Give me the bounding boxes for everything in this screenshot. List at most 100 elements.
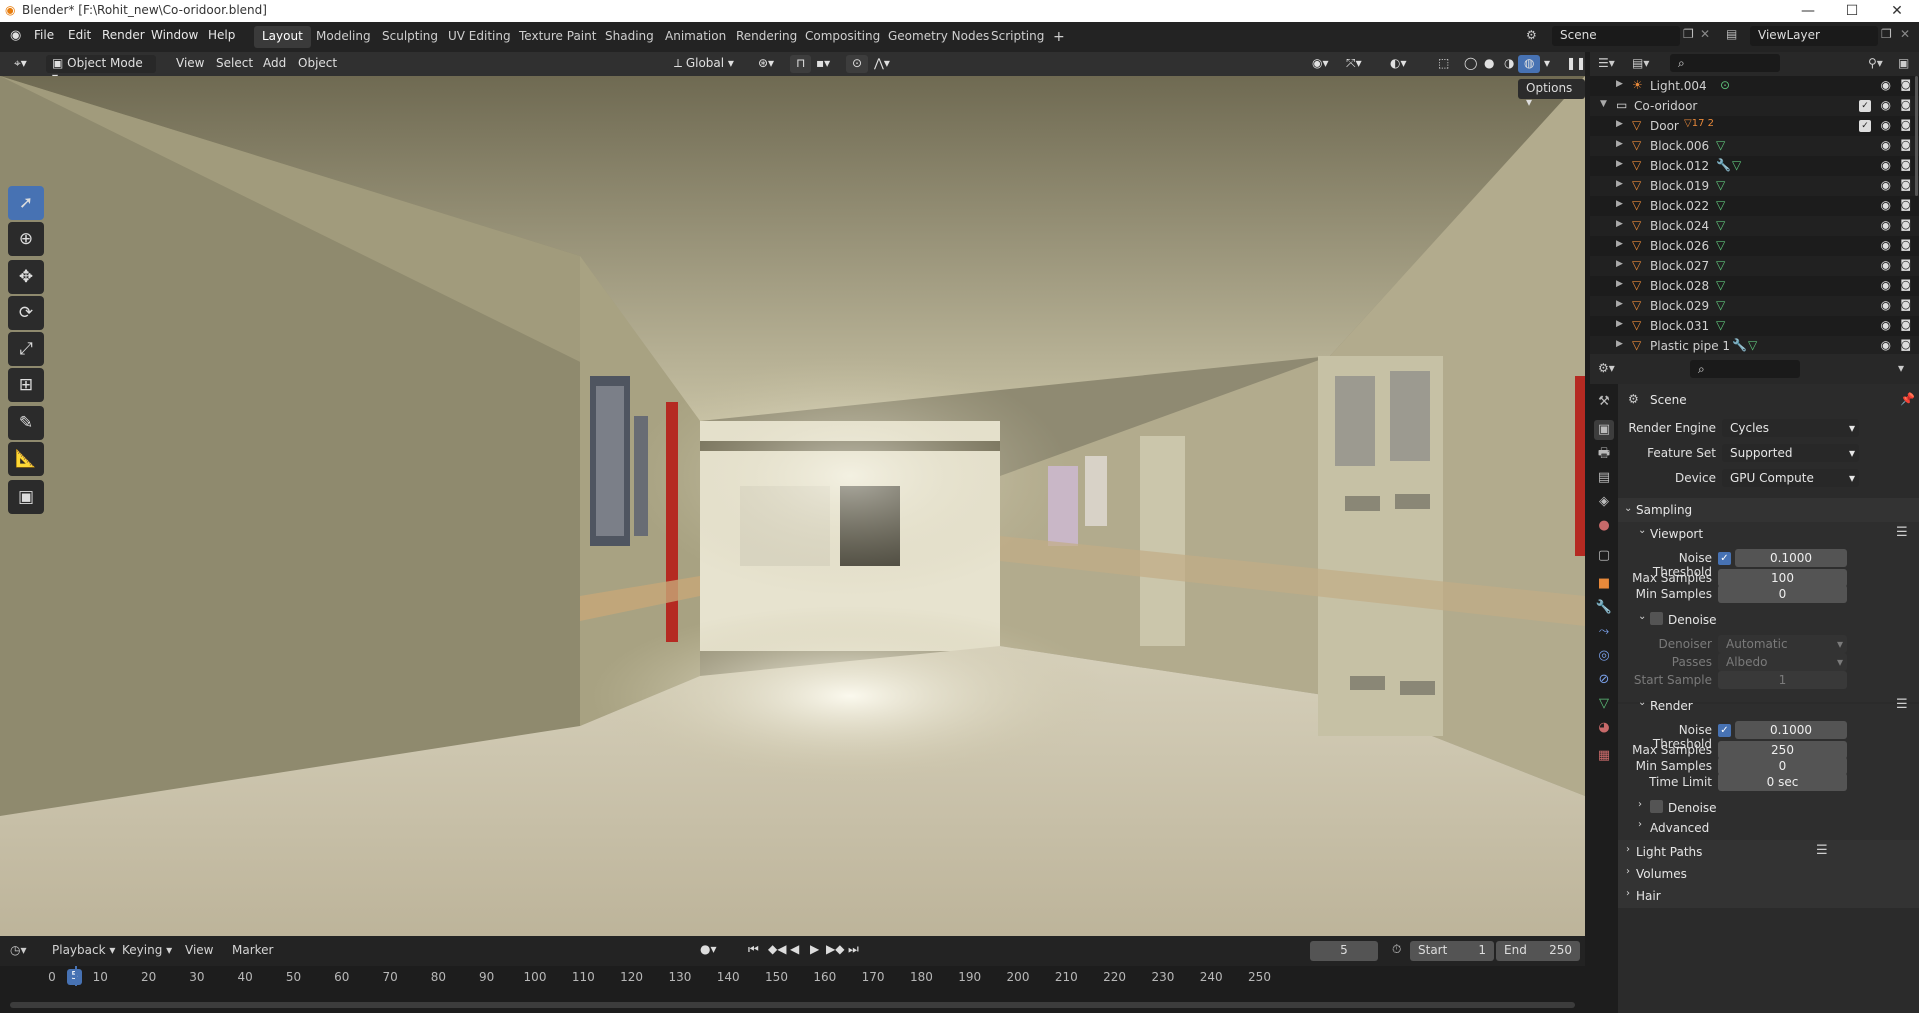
marker-menu[interactable]: Marker — [232, 943, 273, 957]
keying-menu[interactable]: Keying ▾ — [122, 943, 172, 957]
timeline-view-menu[interactable]: View — [185, 943, 213, 957]
eye-icon[interactable]: ◉ — [1881, 338, 1891, 352]
overlay-icon[interactable]: ◐▾ — [1384, 55, 1413, 73]
play-reverse-icon[interactable]: ◀ — [790, 942, 799, 956]
menu-render[interactable]: Render — [102, 28, 145, 42]
clock-icon[interactable]: ⏱ — [1392, 942, 1401, 957]
outliner-row[interactable]: ▶ ▽ Block.027 ▽ ◉ ◙ — [1590, 256, 1919, 276]
expand-right-icon[interactable]: ▶ — [1616, 319, 1623, 329]
camera-icon[interactable]: ◙ — [1900, 198, 1911, 211]
playhead[interactable] — [75, 966, 78, 986]
view-layer-tab-icon[interactable]: ▤ — [1594, 468, 1614, 488]
maximize-button[interactable]: ☐ — [1830, 0, 1874, 22]
light-paths-panel-header[interactable]: › Light Paths ☰ — [1618, 840, 1919, 864]
camera-icon[interactable]: ◙ — [1900, 318, 1911, 331]
mode-dropdown[interactable]: ▣ Object Mode ▾ — [46, 55, 156, 84]
tab-modeling[interactable]: Modeling — [308, 26, 379, 48]
menu-add[interactable]: Add — [257, 55, 292, 73]
scale-tool[interactable]: ⤢ — [8, 332, 44, 366]
presets-list-icon[interactable]: ☰ — [1896, 525, 1908, 540]
outliner-row[interactable]: ▶ ▽ Block.012 🔧 ▽ ◉ ◙ — [1590, 156, 1919, 176]
mesh-data-icon[interactable]: ▽ — [1716, 258, 1725, 272]
tab-animation[interactable]: Animation — [657, 26, 734, 48]
end-frame-field[interactable]: End 250 — [1496, 941, 1580, 961]
outliner-row[interactable]: ▶ ▽ Block.019 ▽ ◉ ◙ — [1590, 176, 1919, 196]
expand-right-icon[interactable]: ▶ — [1616, 239, 1623, 249]
expand-right-icon[interactable]: ▶ — [1616, 339, 1623, 349]
eye-icon[interactable]: ◉ — [1881, 318, 1891, 332]
eye-icon[interactable]: ◉ — [1881, 298, 1891, 312]
properties-options-icon[interactable]: ▾ — [1898, 361, 1904, 375]
snap-icon[interactable]: ⊓ — [790, 55, 812, 73]
close-button[interactable]: ✕ — [1875, 0, 1919, 22]
tab-layout[interactable]: Layout — [254, 26, 311, 48]
cursor-tool[interactable]: ⊕ — [8, 222, 44, 256]
expand-right-icon[interactable]: ▶ — [1616, 279, 1623, 289]
expand-right-icon[interactable]: ▶ — [1616, 179, 1623, 189]
expand-right-icon[interactable]: ▶ — [1616, 79, 1623, 89]
chevron-right-icon[interactable]: › — [1638, 799, 1642, 810]
material-tab-icon[interactable]: ◕ — [1594, 718, 1614, 738]
camera-icon[interactable]: ◙ — [1900, 218, 1911, 231]
denoiser-dropdown[interactable]: Automatic ▾ — [1718, 635, 1847, 653]
eye-icon[interactable]: ◉ — [1881, 78, 1891, 92]
eye-icon[interactable]: ◉ — [1881, 118, 1891, 132]
collection-tab-icon[interactable]: ▢ — [1594, 546, 1614, 566]
outliner-row[interactable]: ▶ ▽ Block.026 ▽ ◉ ◙ — [1590, 236, 1919, 256]
menu-edit[interactable]: Edit — [68, 28, 91, 42]
tab-rendering[interactable]: Rendering — [728, 26, 805, 48]
expand-right-icon[interactable]: ▶ — [1616, 299, 1623, 309]
minimize-button[interactable]: — — [1786, 0, 1830, 22]
camera-icon[interactable]: ◙ — [1900, 298, 1911, 311]
outliner-row[interactable]: ▶ ▽ Block.024 ▽ ◉ ◙ — [1590, 216, 1919, 236]
view-layer-copy-icon[interactable]: ❐ — [1881, 27, 1892, 41]
tab-scripting[interactable]: Scripting — [983, 26, 1052, 48]
outliner-scrollbar[interactable] — [1915, 76, 1918, 196]
mesh-data-icon[interactable]: ▽ — [1716, 138, 1725, 152]
camera-icon[interactable]: ◙ — [1900, 178, 1911, 191]
mesh-data-icon[interactable]: ▽ — [1716, 218, 1725, 232]
tab-uv-editing[interactable]: UV Editing — [440, 26, 519, 48]
mesh-data-icon[interactable]: ▽ — [1716, 238, 1725, 252]
select-box-tool[interactable]: ➚ — [8, 186, 44, 220]
scene-name-field[interactable]: Scene — [1552, 26, 1680, 46]
filter-icon[interactable]: ⚲▾ — [1868, 56, 1883, 70]
view-layer-icon[interactable]: ▤ — [1726, 27, 1737, 41]
options-dropdown[interactable]: Options ▾ — [1518, 79, 1585, 109]
mesh-data-icon[interactable]: ▽ — [1716, 178, 1725, 192]
chevron-down-icon[interactable]: ⌄ — [1638, 697, 1646, 708]
output-tab-icon[interactable]: 🖶 — [1594, 444, 1614, 464]
gizmo-icon[interactable]: ⤧▾ — [1340, 55, 1368, 73]
eye-icon[interactable]: ◉ — [1881, 138, 1891, 152]
pin-icon[interactable]: 📌 — [1900, 392, 1915, 406]
3d-viewport[interactable]: ➚ ⊕ ✥ ⟳ ⤢ ⊞ ✎ 📐 ▣ Options ▾ — [0, 76, 1585, 936]
render-noise-threshold-field[interactable]: 0.1000 — [1735, 721, 1847, 739]
render-engine-dropdown[interactable]: Cycles ▾ — [1722, 419, 1859, 437]
render-noise-threshold-checkbox[interactable]: ✓ — [1718, 724, 1731, 737]
noise-threshold-checkbox[interactable]: ✓ — [1718, 552, 1731, 565]
visibility-icon[interactable]: ◉▾ — [1306, 55, 1335, 73]
next-keyframe-icon[interactable]: ▶◆ — [826, 942, 844, 956]
outliner-row[interactable]: ▶ ▽ Block.022 ▽ ◉ ◙ — [1590, 196, 1919, 216]
particles-tab-icon[interactable]: ⤳ — [1594, 622, 1614, 642]
rotate-tool[interactable]: ⟳ — [8, 296, 44, 330]
properties-search-input[interactable]: ⌕ — [1690, 360, 1800, 378]
play-icon[interactable]: ▶ — [810, 942, 819, 956]
expand-right-icon[interactable]: ▶ — [1616, 259, 1623, 269]
menu-select[interactable]: Select — [210, 55, 259, 73]
outliner-search-input[interactable]: ⌕ — [1670, 54, 1780, 72]
eye-icon[interactable]: ◉ — [1881, 258, 1891, 272]
noise-threshold-field[interactable]: 0.1000 — [1735, 549, 1847, 567]
start-sample-field[interactable]: 1 — [1718, 671, 1847, 689]
camera-icon[interactable]: ◙ — [1900, 158, 1911, 171]
light-data-icon[interactable]: ⊙ — [1720, 78, 1730, 92]
add-cube-tool[interactable]: ▣ — [8, 480, 44, 514]
start-frame-field[interactable]: Start 1 — [1410, 941, 1494, 961]
scene-remove-icon[interactable]: ✕ — [1700, 27, 1710, 41]
outliner-row[interactable]: ▶ ▽ Block.028 ▽ ◉ ◙ — [1590, 276, 1919, 296]
render-tab-icon[interactable]: ▣ — [1594, 420, 1614, 440]
outliner-row[interactable]: ▼ ▭ Co-oridoor ✓ ◉ ◙ — [1590, 96, 1919, 116]
menu-help[interactable]: Help — [208, 28, 235, 42]
pivot-icon[interactable]: ⊛▾ — [752, 55, 780, 73]
data-tab-icon[interactable]: ▽ — [1594, 694, 1614, 714]
